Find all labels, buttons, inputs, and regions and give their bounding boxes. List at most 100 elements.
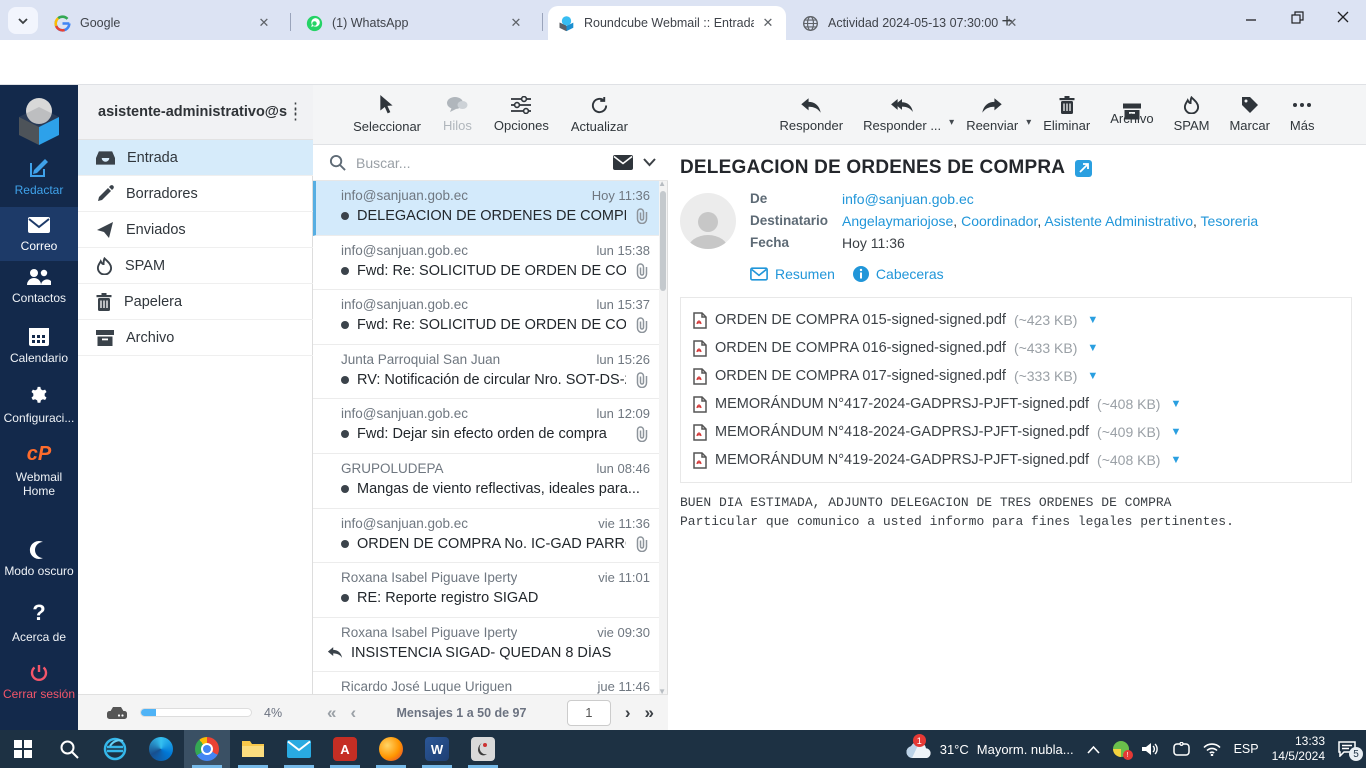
open-in-new-window-icon[interactable] [1075, 160, 1092, 177]
next-page-button[interactable]: › [625, 703, 631, 723]
tab-close-icon[interactable]: ✕ [760, 15, 776, 31]
refresh-button[interactable]: Actualizar [571, 96, 628, 134]
sidebar-item-settings[interactable]: Configuraci... [0, 385, 78, 425]
attachment-item[interactable]: MEMORÁNDUM N°418-2024-GADPRSJ-PJFT-signe… [693, 418, 1339, 446]
teams-tray-icon[interactable] [1173, 742, 1190, 756]
list-item[interactable]: info@sanjuan.gob.ecvie 11:36 ORDEN DE CO… [313, 509, 660, 564]
tab-google[interactable]: Google ✕ [44, 6, 282, 40]
more-button[interactable]: Más [1290, 96, 1315, 133]
taskbar-firefox-button[interactable] [368, 730, 414, 768]
sidebar-item-dark-mode[interactable]: Modo oscuro [0, 540, 78, 578]
forward-menu-caret-icon[interactable]: ▾ [1026, 117, 1031, 128]
wifi-icon[interactable] [1203, 743, 1221, 756]
list-item[interactable]: Ricardo José Luque Uriguenjue 11:46 [313, 672, 660, 694]
folder-trash[interactable]: Papelera [78, 284, 313, 320]
recipient-link[interactable]: Angelaymariojose [842, 213, 961, 229]
taskbar-explorer-button[interactable] [230, 730, 276, 768]
recipient-link[interactable]: Asistente Administrativo [1044, 213, 1200, 229]
search-options-chevron-icon[interactable] [643, 158, 656, 167]
summary-link[interactable]: Resumen [750, 266, 835, 282]
forward-button[interactable]: Reenviar [966, 97, 1018, 133]
taskbar-search-button[interactable] [46, 730, 92, 768]
list-item[interactable]: info@sanjuan.gob.eclun 12:09 Fwd: Dejar … [313, 399, 660, 454]
attachment-menu-caret-icon[interactable]: ▼ [1087, 370, 1098, 382]
threads-button[interactable]: Hilos [443, 96, 472, 133]
account-menu-button[interactable]: ⋮⋮ [288, 106, 303, 118]
window-restore-button[interactable] [1274, 0, 1320, 34]
sidebar-item-contacts[interactable]: Contactos [0, 267, 78, 305]
taskbar-app-button[interactable] [460, 730, 506, 768]
attachment-item[interactable]: MEMORÁNDUM N°417-2024-GADPRSJ-PJFT-signe… [693, 390, 1339, 418]
tab-close-icon[interactable]: ✕ [256, 15, 272, 31]
weather-widget[interactable]: 1 31°C Mayorm. nubla... [904, 739, 1074, 759]
attachment-menu-caret-icon[interactable]: ▼ [1170, 426, 1181, 438]
attachment-menu-caret-icon[interactable]: ▼ [1087, 314, 1098, 326]
attachment-item[interactable]: ORDEN DE COMPRA 015-signed-signed.pdf (~… [693, 306, 1339, 334]
folder-inbox[interactable]: Entrada [78, 140, 313, 176]
tab-whatsapp[interactable]: (1) WhatsApp ✕ [296, 6, 534, 40]
list-item[interactable]: Roxana Isabel Piguave Ipertyvie 09:30 IN… [313, 618, 660, 673]
list-item[interactable]: info@sanjuan.gob.ecHoy 11:36 DELEGACION … [313, 181, 660, 236]
taskbar-word-button[interactable]: W [414, 730, 460, 768]
tab-roundcube-active[interactable]: Roundcube Webmail :: Entrada ✕ [548, 6, 786, 40]
attachment-item[interactable]: MEMORÁNDUM N°419-2024-GADPRSJ-PJFT-signe… [693, 446, 1339, 474]
folder-spam[interactable]: SPAM [78, 248, 313, 284]
recipient-link[interactable]: Coordinador [961, 213, 1044, 229]
taskbar-edge-button[interactable] [138, 730, 184, 768]
reply-all-button[interactable]: Responder ... [863, 97, 941, 133]
search-input[interactable] [356, 155, 603, 171]
archive-button[interactable]: Archivo [1110, 103, 1153, 126]
tab-search-button[interactable] [8, 7, 38, 34]
search-scope-mail-icon[interactable] [613, 155, 633, 170]
antivirus-tray-icon[interactable]: ! [1113, 741, 1129, 757]
tab-close-icon[interactable]: ✕ [508, 15, 524, 31]
list-item[interactable]: info@sanjuan.gob.eclun 15:37 Fwd: Re: SO… [313, 290, 660, 345]
select-button[interactable]: Seleccionar [353, 95, 421, 134]
taskbar-ie-button[interactable] [92, 730, 138, 768]
page-number-input[interactable]: 1 [567, 700, 611, 726]
volume-icon[interactable] [1142, 742, 1160, 756]
list-item[interactable]: Junta Parroquial San Juanlun 15:26 RV: N… [313, 345, 660, 400]
folder-sent[interactable]: Enviados [78, 212, 313, 248]
sidebar-item-logout[interactable]: Cerrar sesión [0, 663, 78, 701]
sidebar-item-mail[interactable]: Correo [0, 207, 78, 261]
sidebar-item-calendar[interactable]: Calendario [0, 325, 78, 365]
taskbar-clock[interactable]: 13:33 14/5/2024 [1272, 734, 1325, 764]
attachment-menu-caret-icon[interactable]: ▼ [1170, 454, 1181, 466]
list-scrollbar-thumb[interactable] [660, 191, 666, 291]
scroll-up-icon[interactable]: ▲ [658, 179, 666, 188]
sidebar-item-about[interactable]: ? Acerca de [0, 600, 78, 644]
sidebar-item-webmail-home[interactable]: cP Webmail Home [0, 443, 78, 498]
tray-chevron-up-icon[interactable] [1087, 745, 1100, 754]
start-button[interactable] [0, 730, 46, 768]
notification-center-button[interactable]: 5 [1338, 741, 1356, 757]
folder-drafts[interactable]: Borradores [78, 176, 313, 212]
sidebar-item-compose[interactable]: Redactar [0, 157, 78, 197]
list-scrollbar[interactable]: ▲ ▼ [659, 181, 667, 694]
attachment-menu-caret-icon[interactable]: ▼ [1087, 342, 1098, 354]
prev-page-button[interactable]: ‹ [350, 703, 356, 723]
window-minimize-button[interactable] [1228, 0, 1274, 34]
options-button[interactable]: Opciones [494, 96, 549, 133]
last-page-button[interactable]: » [645, 703, 654, 723]
mark-button[interactable]: Marcar [1229, 96, 1269, 133]
recipient-link[interactable]: Tesoreria [1201, 213, 1259, 229]
delete-button[interactable]: Eliminar [1043, 96, 1090, 133]
taskbar-acrobat-button[interactable]: A [322, 730, 368, 768]
attachment-menu-caret-icon[interactable]: ▼ [1170, 398, 1181, 410]
keyboard-language[interactable]: ESP [1234, 742, 1259, 756]
list-item[interactable]: Roxana Isabel Piguave Ipertyvie 11:01 RE… [313, 563, 660, 618]
from-address-link[interactable]: info@sanjuan.gob.ec [842, 191, 974, 207]
list-item[interactable]: info@sanjuan.gob.eclun 15:38 Fwd: Re: SO… [313, 236, 660, 291]
window-close-button[interactable] [1320, 0, 1366, 34]
taskbar-chrome-button[interactable] [184, 730, 230, 768]
new-tab-button[interactable]: + [994, 9, 1020, 35]
folder-archive[interactable]: Archivo [78, 320, 313, 356]
first-page-button[interactable]: « [327, 703, 336, 723]
taskbar-mail-button[interactable] [276, 730, 322, 768]
spam-button[interactable]: SPAM [1174, 96, 1210, 133]
reply-button[interactable]: Responder [780, 97, 844, 133]
list-item[interactable]: GRUPOLUDEPAlun 08:46 Mangas de viento re… [313, 454, 660, 509]
attachment-item[interactable]: ORDEN DE COMPRA 017-signed-signed.pdf (~… [693, 362, 1339, 390]
headers-link[interactable]: Cabeceras [853, 266, 944, 282]
